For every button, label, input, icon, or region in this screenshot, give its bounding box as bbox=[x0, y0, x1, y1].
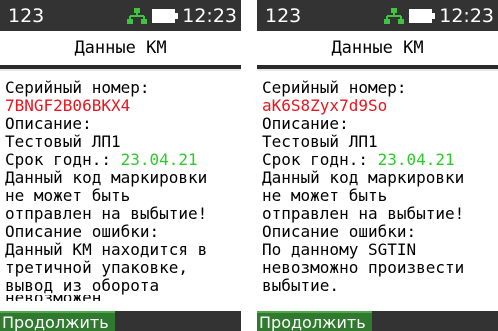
device-screen-left: 123 12:23 Данные КМ Серийный номер: 7BNG… bbox=[0, 0, 241, 331]
description-label: Описание: bbox=[262, 114, 349, 133]
screen-title-bar: Данные КМ bbox=[0, 31, 241, 69]
error-line-3: выбытие. bbox=[262, 276, 340, 295]
status-bar: 123 12:23 bbox=[257, 0, 498, 31]
error-line-1: Данный КМ находится в bbox=[5, 240, 208, 259]
serial-value: aK6S8Zyx7d9So bbox=[262, 96, 388, 115]
serial-label: Серийный номер: bbox=[5, 78, 150, 97]
error-line-3: вывод из оборота bbox=[5, 276, 160, 295]
serial-label: Серийный номер: bbox=[262, 78, 407, 97]
description-value: Тестовый ЛП1 bbox=[5, 132, 121, 151]
serial-value: 7BNGF2B06BKX4 bbox=[5, 96, 131, 115]
message-line-2: не может быть bbox=[262, 186, 388, 205]
screen-title: Данные КМ bbox=[331, 38, 424, 58]
error-line-2: третичной упаковке, bbox=[5, 258, 189, 277]
network-icon bbox=[127, 8, 148, 24]
expiry-label: Срок годн.: bbox=[262, 150, 378, 169]
message-line-1: Данный код маркировки bbox=[5, 168, 208, 187]
km-details-content[interactable]: Серийный номер: 7BNGF2B06BKX4 Описание: … bbox=[0, 69, 241, 313]
error-label: Описание ошибки: bbox=[5, 222, 160, 241]
expiry-value: 23.04.21 bbox=[120, 150, 198, 169]
battery-icon bbox=[409, 9, 436, 23]
softkey-bar: Продолжить bbox=[257, 311, 498, 331]
status-time: 12:23 bbox=[439, 5, 494, 27]
softkey-bar: Продолжить bbox=[0, 311, 241, 331]
network-icon bbox=[384, 8, 405, 24]
status-time: 12:23 bbox=[182, 5, 237, 27]
screen-title: Данные КМ bbox=[74, 38, 167, 58]
message-line-3: отправлен на выбытие! bbox=[5, 204, 208, 223]
status-label: 123 bbox=[265, 5, 302, 27]
error-line-2: невозможно произвести bbox=[262, 258, 465, 277]
continue-button[interactable]: Продолжить bbox=[0, 311, 115, 331]
battery-icon bbox=[152, 9, 179, 23]
error-line-1: По данному SGTIN bbox=[262, 240, 417, 259]
expiry-line: Срок годн.: 23.04.21 bbox=[5, 151, 241, 169]
screen-title-bar: Данные КМ bbox=[257, 31, 498, 69]
message-line-3: отправлен на выбытие! bbox=[262, 204, 465, 223]
description-label: Описание: bbox=[5, 114, 92, 133]
km-details-content[interactable]: Серийный номер: aK6S8Zyx7d9So Описание: … bbox=[257, 69, 498, 313]
status-right: 12:23 bbox=[126, 5, 237, 27]
error-label: Описание ошибки: bbox=[262, 222, 417, 241]
expiry-line: Срок годн.: 23.04.21 bbox=[262, 151, 498, 169]
expiry-label: Срок годн.: bbox=[5, 150, 121, 169]
device-screen-right: 123 12:23 Данные КМ Серийный номер: aK6S… bbox=[257, 0, 498, 331]
status-right: 12:23 bbox=[383, 5, 494, 27]
screen-separator bbox=[241, 0, 257, 331]
description-value: Тестовый ЛП1 bbox=[262, 132, 378, 151]
status-bar: 123 12:23 bbox=[0, 0, 241, 31]
message-line-2: не может быть bbox=[5, 186, 131, 205]
error-line-4: невозможен bbox=[5, 295, 241, 301]
message-line-1: Данный код маркировки bbox=[262, 168, 465, 187]
continue-button[interactable]: Продолжить bbox=[257, 311, 372, 331]
expiry-value: 23.04.21 bbox=[377, 150, 455, 169]
status-label: 123 bbox=[8, 5, 45, 27]
